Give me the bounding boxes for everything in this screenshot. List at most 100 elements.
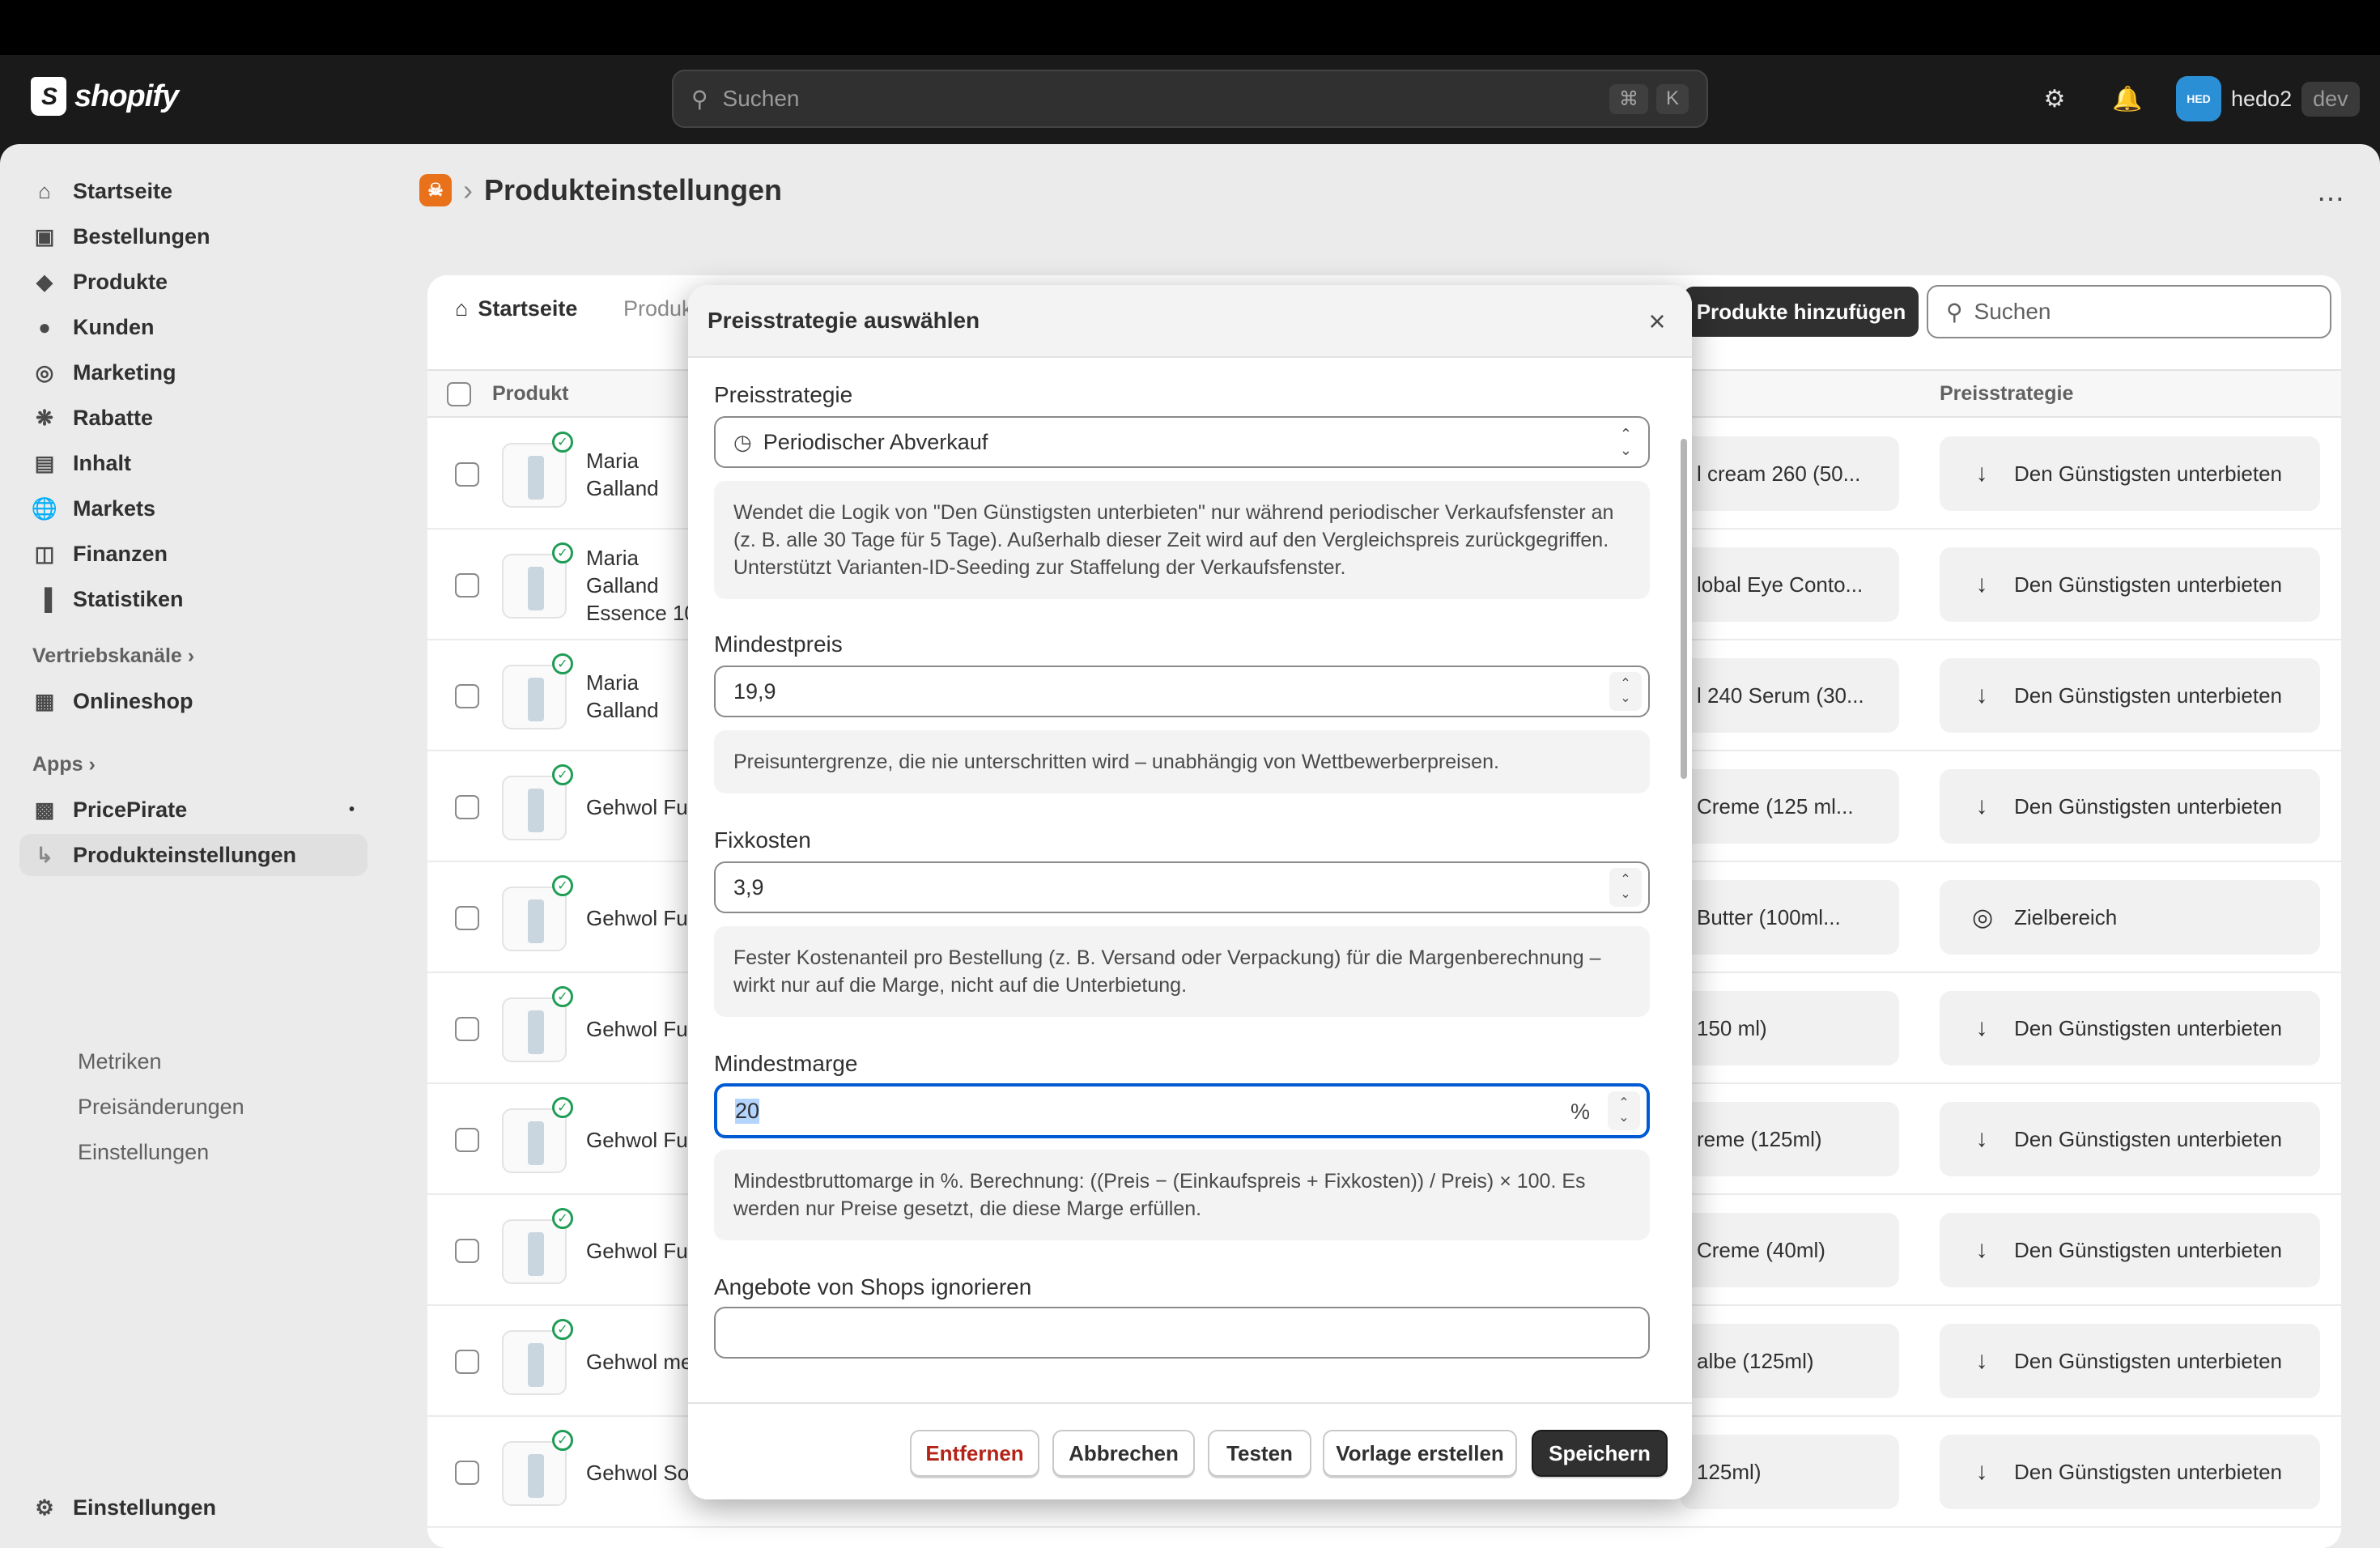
- modal-title: Preisstrategie auswählen: [708, 308, 980, 333]
- sidebar-item-settings[interactable]: ⚙ Einstellungen: [19, 1486, 368, 1529]
- sidebar-item-online-store[interactable]: ▦ Onlineshop: [19, 680, 368, 722]
- sidebar-item-label: PricePirate: [73, 797, 188, 822]
- person-icon: ●: [38, 314, 51, 339]
- sidebar-item-label: Inhalt: [73, 450, 131, 475]
- sidebar-item-label: Produkte: [73, 269, 168, 294]
- stepper-down-icon[interactable]: ⌄: [1620, 887, 1630, 902]
- window-top-strip: [0, 0, 2380, 55]
- stepper-up-icon[interactable]: ⌃: [1618, 1096, 1629, 1111]
- sidebar-item-discounts[interactable]: ❋ Rabatte: [19, 397, 368, 439]
- select-chevron-icon: ⌃ ⌄: [1619, 426, 1632, 458]
- min-price-label: Mindestpreis: [714, 632, 843, 657]
- sidebar-item-product-settings[interactable]: ↳ Produkteinstellungen: [19, 834, 368, 876]
- global-search-placeholder: Suchen: [722, 86, 800, 111]
- sidebar-item-label: Bestellungen: [73, 223, 210, 249]
- app-icon: ▩: [34, 797, 55, 822]
- inbox-icon: ▣: [34, 223, 55, 249]
- number-stepper[interactable]: ⌃ ⌄: [1608, 1091, 1640, 1130]
- min-price-input[interactable]: 19,9 ⌃ ⌄: [714, 666, 1650, 717]
- test-button[interactable]: Testen: [1208, 1430, 1311, 1477]
- sidebar-item-label: Startseite: [73, 178, 173, 203]
- subitem-branch-icon: ↳: [36, 842, 53, 867]
- sidebar-item-customers[interactable]: ● Kunden: [19, 306, 368, 348]
- fixed-cost-label: Fixkosten: [714, 827, 811, 853]
- stepper-down-icon[interactable]: ⌄: [1620, 691, 1630, 706]
- min-margin-input[interactable]: 20 % ⌃ ⌄: [714, 1083, 1650, 1138]
- image-icon: ▤: [34, 450, 55, 475]
- sidebar-item-label: Markets: [73, 495, 156, 521]
- clock-icon: ◷: [733, 429, 752, 454]
- ignore-shops-input[interactable]: [714, 1307, 1650, 1359]
- sidebar-item-finance[interactable]: ◫ Finanzen: [19, 533, 368, 575]
- pin-dot-icon: •: [348, 800, 355, 819]
- chevron-right-icon: ›: [187, 644, 195, 667]
- close-icon[interactable]: ×: [1640, 304, 1674, 338]
- sidebar-item-label: Marketing: [73, 359, 176, 385]
- fixed-cost-value: 3,9: [733, 874, 764, 899]
- sidebar-item-pricepirate[interactable]: ▩ PricePirate •: [19, 789, 368, 831]
- stepper-up-icon[interactable]: ⌃: [1620, 873, 1630, 887]
- discount-icon: ❋: [36, 405, 53, 430]
- modal-scrollbar[interactable]: [1681, 439, 1687, 779]
- strategy-modal: Preisstrategie auswählen × Preisstrategi…: [688, 285, 1692, 1499]
- min-margin-value: 20: [735, 1098, 760, 1124]
- k-key: K: [1655, 83, 1689, 114]
- store-tag: dev: [2301, 81, 2360, 117]
- store-name: hedo2: [2231, 86, 2293, 111]
- tag-icon: ◆: [36, 269, 53, 294]
- sidebar-item-price-changes[interactable]: Preisänderungen: [78, 1095, 244, 1120]
- section-label: Vertriebskanäle: [32, 644, 182, 667]
- sidebar-item-content[interactable]: ▤ Inhalt: [19, 442, 368, 484]
- chart-icon: ▐: [36, 586, 53, 611]
- sidebar-item-home[interactable]: ⌂ Startseite: [19, 170, 368, 212]
- stepper-down-icon[interactable]: ⌄: [1618, 1111, 1629, 1125]
- target-icon: ◎: [35, 359, 54, 385]
- bank-icon: ◫: [34, 541, 55, 566]
- sidekick-icon[interactable]: ⚙: [2038, 83, 2071, 115]
- save-button[interactable]: Speichern: [1532, 1430, 1668, 1477]
- sidebar-item-label: Rabatte: [73, 405, 154, 430]
- sidebar-item-orders[interactable]: ▣ Bestellungen: [19, 215, 368, 257]
- strategy-select[interactable]: ◷ Periodischer Abverkauf ⌃ ⌄: [714, 416, 1650, 468]
- sidebar-item-marketing[interactable]: ◎ Marketing: [19, 351, 368, 393]
- store-menu[interactable]: HED hedo2 dev: [2176, 76, 2360, 121]
- stepper-up-icon[interactable]: ⌃: [1620, 677, 1630, 691]
- global-search-input[interactable]: ⚲ Suchen ⌘ K: [672, 70, 1708, 128]
- min-price-help-text: Preisuntergrenze, die nie unterschritten…: [714, 730, 1650, 793]
- avatar: HED: [2176, 76, 2221, 121]
- apps-heading[interactable]: Apps ›: [32, 753, 96, 776]
- strategy-help-text: Wendet die Logik von "Den Günstigsten un…: [714, 481, 1650, 599]
- sidebar-item-products[interactable]: ◆ Produkte: [19, 261, 368, 303]
- number-stepper[interactable]: ⌃ ⌄: [1609, 672, 1642, 711]
- sidebar-item-metrics[interactable]: Metriken: [78, 1049, 162, 1074]
- create-template-button[interactable]: Vorlage erstellen: [1323, 1430, 1517, 1477]
- ignore-shops-label: Angebote von Shops ignorieren: [714, 1274, 1032, 1299]
- sidebar-item-app-settings[interactable]: Einstellungen: [78, 1140, 209, 1165]
- sidebar-item-analytics[interactable]: ▐ Statistiken: [19, 578, 368, 620]
- strategy-select-value: Periodischer Abverkauf: [763, 429, 988, 454]
- min-margin-label: Mindestmarge: [714, 1051, 858, 1076]
- cancel-button[interactable]: Abbrechen: [1052, 1430, 1195, 1477]
- sales-channels-heading[interactable]: Vertriebskanäle ›: [32, 644, 194, 668]
- modal-body: Preisstrategie ◷ Periodischer Abverkauf …: [688, 358, 1692, 1362]
- shopify-logo[interactable]: shopify: [31, 77, 179, 116]
- home-icon: ⌂: [38, 178, 51, 203]
- gear-icon: ⚙: [35, 1495, 54, 1520]
- search-icon: ⚲: [691, 86, 708, 112]
- bell-icon[interactable]: 🔔: [2111, 83, 2144, 115]
- min-margin-help-text: Mindestbruttomarge in %. Berechnung: ((P…: [714, 1150, 1650, 1240]
- sidebar-item-label: Finanzen: [73, 541, 168, 566]
- store-icon: ▦: [34, 688, 55, 713]
- min-price-value: 19,9: [733, 678, 776, 704]
- fixed-cost-help-text: Fester Kostenanteil pro Bestellung (z. B…: [714, 926, 1650, 1017]
- sidebar-item-label: Onlineshop: [73, 688, 193, 713]
- sidebar-item-label: Einstellungen: [73, 1495, 217, 1520]
- percent-suffix: %: [1570, 1099, 1590, 1124]
- sidebar-item-label: Kunden: [73, 314, 155, 339]
- sidebar-item-markets[interactable]: 🌐 Markets: [19, 487, 368, 529]
- modal-header: Preisstrategie auswählen: [688, 285, 1692, 358]
- fixed-cost-input[interactable]: 3,9 ⌃ ⌄: [714, 861, 1650, 913]
- number-stepper[interactable]: ⌃ ⌄: [1609, 868, 1642, 907]
- remove-button[interactable]: Entfernen: [910, 1430, 1039, 1477]
- sidebar: ⌂ Startseite ▣ Bestellungen ◆ Produkte ● Kun…: [0, 144, 389, 1548]
